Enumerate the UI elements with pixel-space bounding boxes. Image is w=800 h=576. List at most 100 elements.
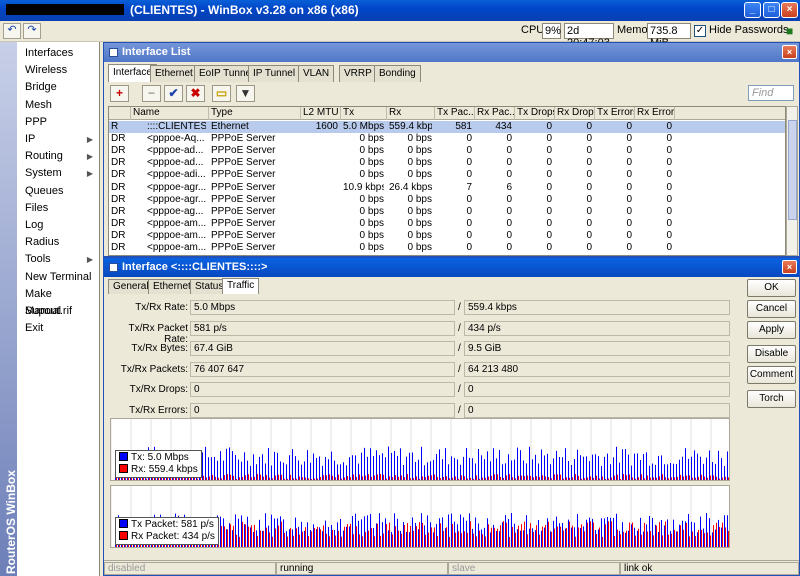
table-row[interactable]: DR <pppoe-adi... PPPoE Server 0 bps 0 bps 0 0 0… xyxy=(109,169,785,181)
table-row[interactable]: DR <pppoe-Aq... PPPoE Server 0 bps 0 bps 0 0 0 0… xyxy=(109,133,785,145)
rx-bar xyxy=(329,536,330,547)
maximize-button[interactable]: □ xyxy=(763,2,780,18)
tx-bar xyxy=(319,527,320,547)
sidebar-item-files[interactable]: Files xyxy=(25,200,99,217)
sidebar-item-interfaces[interactable]: Interfaces xyxy=(25,45,99,62)
tx-bar xyxy=(484,459,485,480)
column-header[interactable]: Rx Errors xyxy=(635,107,675,120)
column-header[interactable]: Tx Pac... xyxy=(435,107,475,120)
tab-ethernet[interactable]: Ethernet xyxy=(150,65,198,82)
disable-button[interactable]: Disable xyxy=(747,345,796,363)
table-row[interactable]: DR <pppoe-ag... PPPoE Server 0 bps 0 bps 0 0 0 0… xyxy=(109,206,785,218)
sidebar-item-new-terminal[interactable]: New Terminal xyxy=(25,269,99,286)
rx-bar xyxy=(371,528,372,547)
undo-icon[interactable]: ↶ xyxy=(3,23,21,39)
torch-button[interactable]: Torch xyxy=(747,390,796,408)
sidebar-item-mesh[interactable]: Mesh xyxy=(25,97,99,114)
sidebar-item-ppp[interactable]: PPP xyxy=(25,114,99,131)
tab-general[interactable]: General xyxy=(108,279,154,294)
rx-bar xyxy=(533,477,534,480)
table-cell-txp: 0 xyxy=(466,242,472,253)
sidebar-item-tools[interactable]: Tools ▶ xyxy=(25,251,99,268)
rx-bar xyxy=(692,477,693,480)
minimize-button[interactable]: _ xyxy=(744,2,761,18)
table-cell-rxp: 0 xyxy=(506,157,512,169)
interface-detail-title-bar[interactable]: Interface <::::CLIENTES::::> × xyxy=(104,258,799,277)
tab-bonding[interactable]: Bonding xyxy=(374,65,421,82)
table-row[interactable]: DR <pppoe-am... PPPoE Server 0 bps 0 bps 0 0 0 0… xyxy=(109,218,785,230)
sidebar-item-bridge[interactable]: Bridge xyxy=(25,79,99,96)
redo-icon[interactable]: ↷ xyxy=(23,23,41,39)
interface-detail-close-button[interactable]: × xyxy=(782,260,797,274)
column-header[interactable]: L2 MTU xyxy=(301,107,341,120)
hide-passwords-checkbox[interactable]: ✓ xyxy=(694,25,706,37)
column-header[interactable]: Rx Drops xyxy=(555,107,595,120)
interface-table: Name Type L2 MTU Tx Rx Tx Pac... Rx Pac... Tx D… xyxy=(108,106,786,256)
column-header[interactable] xyxy=(109,107,131,120)
interface-list-close-button[interactable]: × xyxy=(782,45,797,59)
sidebar-item-make-supout-rif[interactable]: Make Supout.rif xyxy=(25,286,99,317)
sidebar-item-manual[interactable]: Manual xyxy=(25,303,99,320)
table-row[interactable]: DR <pppoe-agr... PPPoE Server 0 bps 0 bps 0 0 0… xyxy=(109,194,785,206)
tx-bar xyxy=(361,452,362,480)
interface-list-title-bar[interactable]: Interface List × xyxy=(104,43,799,62)
sidebar-item-log[interactable]: Log xyxy=(25,217,99,234)
tx-bar xyxy=(637,453,638,480)
sidebar-item-system[interactable]: System ▶ xyxy=(25,165,99,182)
sidebar-item-ip[interactable]: IP ▶ xyxy=(25,131,99,148)
find-input[interactable]: Find xyxy=(748,85,794,101)
apply-button[interactable]: Apply xyxy=(747,321,796,339)
tab-vrrp[interactable]: VRRP xyxy=(339,65,377,82)
sidebar-item-queues[interactable]: Queues xyxy=(25,183,99,200)
rx-bar xyxy=(605,478,606,480)
column-header[interactable]: Name xyxy=(131,107,209,120)
tx-bar xyxy=(616,513,617,547)
table-row[interactable]: DR <pppoe-ad... PPPoE Server 0 bps 0 bps 0 0 0 0… xyxy=(109,157,785,169)
disable-icon[interactable]: ✖ xyxy=(186,85,205,102)
close-button[interactable]: × xyxy=(781,2,798,18)
table-row[interactable]: R::::CLIENTES::::Ethernet 1600 5.0 Mbps 559… xyxy=(109,121,785,133)
sidebar-item-radius[interactable]: Radius xyxy=(25,234,99,251)
scrollbar-thumb[interactable] xyxy=(788,120,797,220)
tx-bar xyxy=(487,451,488,480)
hide-passwords-label[interactable]: Hide Passwords xyxy=(709,24,788,36)
tab-traffic[interactable]: Traffic xyxy=(222,278,260,294)
tab-vlan[interactable]: VLAN xyxy=(298,65,335,82)
rx-bar xyxy=(287,478,288,480)
tab-ip-tunnel[interactable]: IP Tunnel xyxy=(248,65,301,82)
tx-bar xyxy=(655,464,656,480)
vertical-scrollbar[interactable] xyxy=(786,106,798,256)
add-icon[interactable]: + xyxy=(110,85,129,102)
column-header[interactable]: Tx xyxy=(341,107,387,120)
ok-button[interactable]: OK xyxy=(747,279,796,297)
filter-icon[interactable]: ▼ xyxy=(236,85,255,102)
app-title-bar[interactable]: (CLIENTES) - WinBox v3.28 on x86 (x86) _… xyxy=(0,0,800,21)
rx-bar xyxy=(326,533,327,547)
column-header[interactable]: Tx Drops xyxy=(515,107,555,120)
tx-bar xyxy=(541,449,542,480)
rx-bar xyxy=(521,475,522,480)
sidebar-item-exit[interactable]: Exit xyxy=(25,320,99,337)
table-cell-txd: 0 xyxy=(546,169,552,181)
rx-bar xyxy=(662,474,663,480)
enable-icon[interactable]: ✔ xyxy=(164,85,183,102)
sidebar-item-routing[interactable]: Routing ▶ xyxy=(25,148,99,165)
tab-ethernet[interactable]: Ethernet xyxy=(148,279,196,294)
cancel-button[interactable]: Cancel xyxy=(747,300,796,318)
comment-button[interactable]: Comment xyxy=(747,366,796,384)
table-row[interactable]: DR <pppoe-ad... PPPoE Server 0 bps 0 bps 0 0 0 0… xyxy=(109,145,785,157)
tx-bar xyxy=(295,517,296,547)
table-cell-rx: 559.4 kbps xyxy=(389,121,432,132)
table-row[interactable]: DR <pppoe-agr... PPPoE Server 10.9 kbps 26.4… xyxy=(109,182,785,194)
column-header[interactable]: Tx Errors xyxy=(595,107,635,120)
sidebar-item-wireless[interactable]: Wireless xyxy=(25,62,99,79)
column-header[interactable]: Rx Pac... xyxy=(475,107,515,120)
tx-bar xyxy=(577,449,578,480)
tx-bar xyxy=(376,450,377,480)
table-row[interactable]: DR <pppoe-am... PPPoE Server 0 bps 0 bps 0 0 0 0… xyxy=(109,242,785,254)
remove-icon[interactable]: − xyxy=(142,85,161,102)
column-header[interactable]: Type xyxy=(209,107,301,120)
column-header[interactable]: Rx xyxy=(387,107,435,120)
table-row[interactable]: DR <pppoe-am... PPPoE Server 0 bps 0 bps 0 0 0 0… xyxy=(109,230,785,242)
comment-icon[interactable]: ▭ xyxy=(212,85,231,102)
